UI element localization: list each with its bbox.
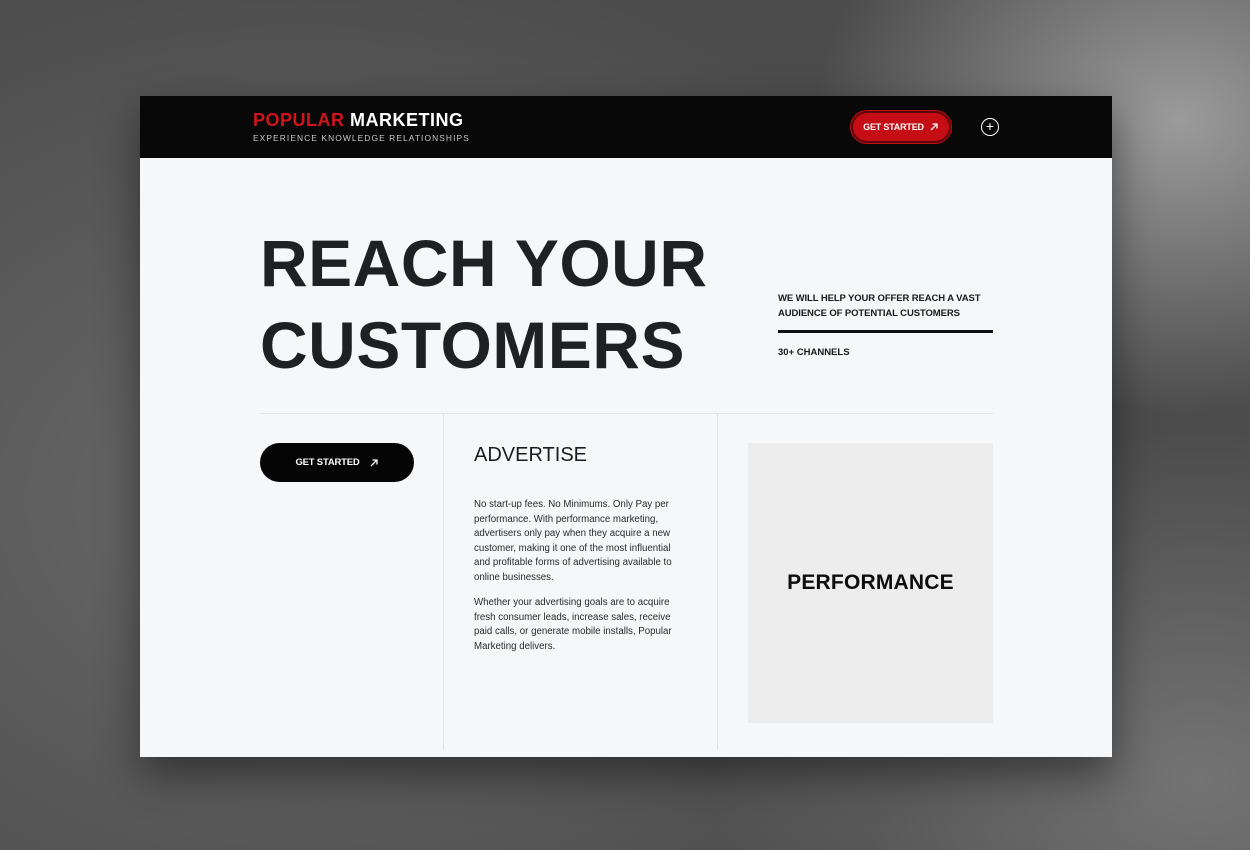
brand-logo[interactable]: POPULAR MARKETING EXPERIENCE KNOWLEDGE R… (253, 110, 470, 143)
header-get-started-button[interactable]: GET STARTED (853, 113, 949, 141)
column-divider-right (717, 414, 718, 750)
brand-tagline: EXPERIENCE KNOWLEDGE RELATIONSHIPS (253, 133, 470, 143)
performance-label: PERFORMANCE (787, 571, 954, 594)
hero-side-panel: WE WILL HELP YOUR OFFER REACH A VAST AUD… (778, 291, 993, 358)
advertise-paragraph-2: Whether your advertising goals are to ac… (474, 597, 672, 652)
performance-card: PERFORMANCE (748, 443, 993, 723)
section-divider (260, 413, 993, 414)
brand-name: POPULAR MARKETING (253, 110, 470, 130)
brand-name-white: MARKETING (344, 110, 464, 130)
top-navigation-bar: POPULAR MARKETING EXPERIENCE KNOWLEDGE R… (140, 96, 1112, 158)
hero-side-text: WE WILL HELP YOUR OFFER REACH A VAST AUD… (778, 293, 981, 319)
hero-divider (778, 330, 993, 333)
advertise-paragraph-1: No start-up fees. No Minimums. Only Pay … (474, 499, 672, 583)
get-started-button[interactable]: GET STARTED (260, 443, 414, 482)
hero-title-line2: CUSTOMERS (260, 308, 685, 382)
arrow-up-right-icon (930, 123, 938, 131)
hero-title-line1: REACH YOUR (260, 226, 708, 300)
get-started-label: GET STARTED (295, 457, 360, 468)
arrow-up-right-icon (370, 458, 378, 466)
hero-title: REACH YOUR CUSTOMERS (260, 222, 708, 386)
column-divider-left (443, 414, 444, 750)
brand-name-red: POPULAR (253, 110, 345, 130)
plus-circle-icon[interactable]: + (981, 118, 999, 136)
website-frame: POPULAR MARKETING EXPERIENCE KNOWLEDGE R… (140, 96, 1112, 757)
header-get-started-label: GET STARTED (863, 122, 924, 132)
channels-count: 30+ CHANNELS (778, 347, 850, 358)
advertise-heading: ADVERTISE (474, 444, 587, 466)
